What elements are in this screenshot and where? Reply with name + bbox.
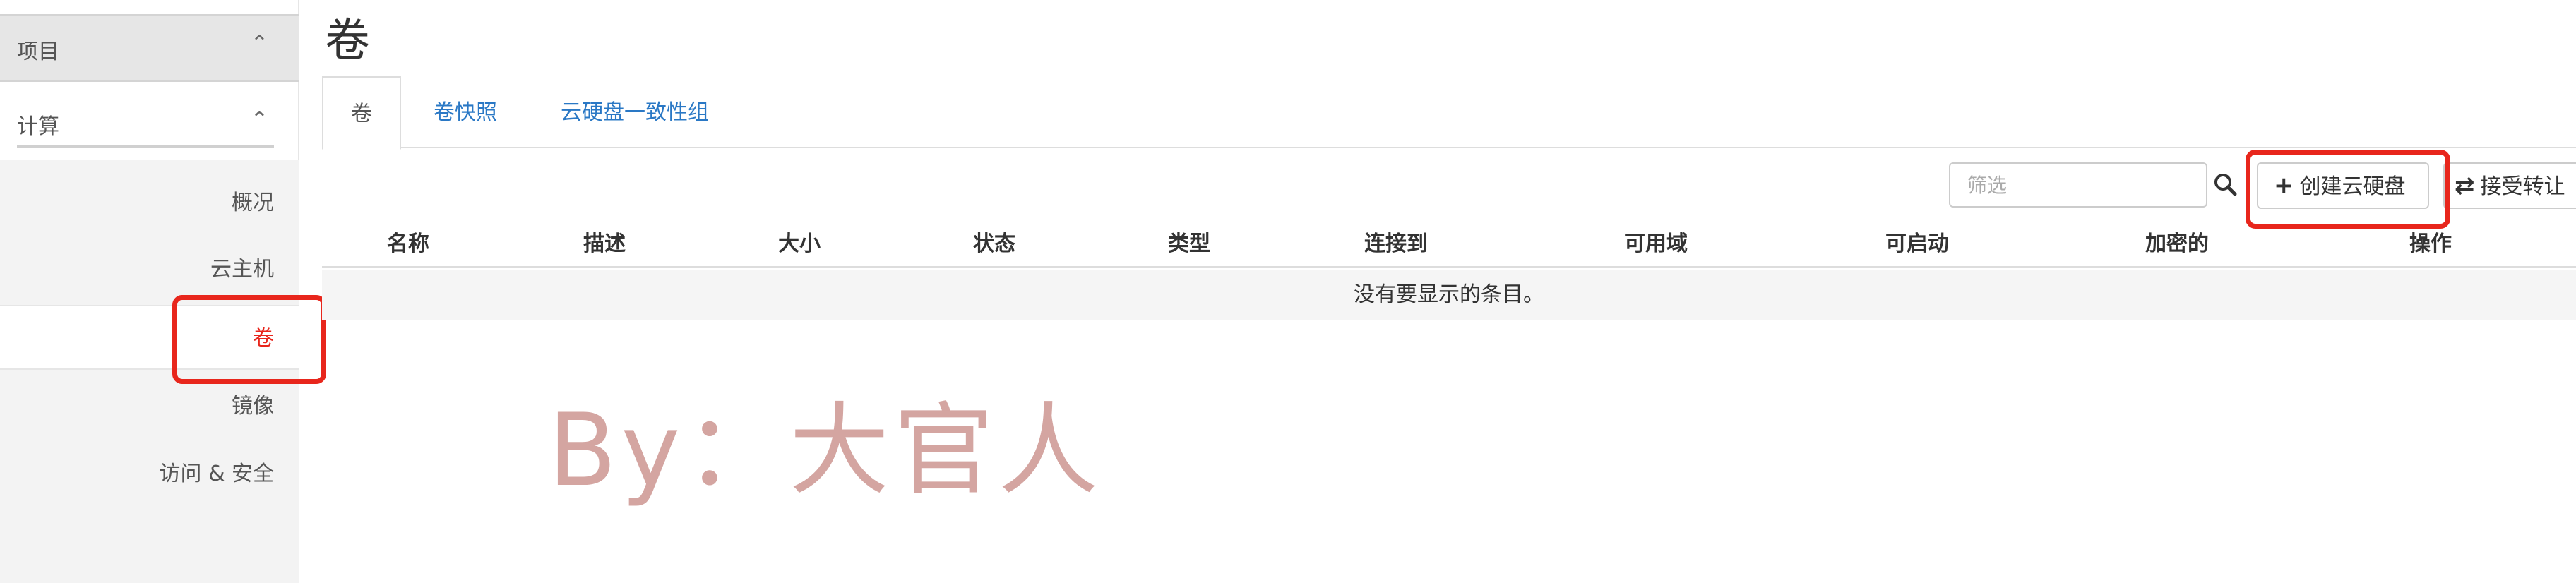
tab-consistency-groups[interactable]: 云硬盘一致性组 (561, 76, 709, 148)
column-header-bootable[interactable]: 可启动 (1885, 226, 1949, 257)
tab-volume-snapshots[interactable]: 卷快照 (434, 76, 497, 148)
accept-transfer-button[interactable]: ⇄ 接受转让 (2443, 162, 2576, 209)
page-title: 卷 (325, 15, 370, 67)
column-header-description[interactable]: 描述 (583, 226, 626, 257)
column-header-type[interactable]: 类型 (1168, 226, 1210, 257)
accept-transfer-label: 接受转让 (2480, 174, 2565, 199)
sidebar-item-label: 云主机 (210, 257, 274, 282)
table-header-row: 名称 描述 大小 状态 类型 连接到 可用域 可启动 加密的 操作 (322, 219, 2576, 268)
sidebar-item-overview[interactable]: 概况 (0, 171, 299, 236)
column-header-availability-zone[interactable]: 可用域 (1624, 226, 1688, 257)
sidebar-item-label: 概况 (232, 191, 274, 215)
tab-label: 云硬盘一致性组 (561, 100, 709, 125)
tab-bar: 卷 卷快照 云硬盘一致性组 (322, 76, 2576, 150)
chevron-up-icon: ⌃ (250, 107, 268, 132)
tab-volumes[interactable]: 卷 (322, 76, 401, 150)
column-header-attached-to[interactable]: 连接到 (1364, 226, 1428, 257)
sidebar-project-header[interactable]: 项目 ⌃ (0, 14, 299, 82)
table-empty-row: 没有要显示的条目。 (322, 270, 2576, 320)
watermark-text: By：大官人 (548, 392, 1103, 509)
sidebar-compute-label: 计算 (17, 114, 59, 139)
column-header-size[interactable]: 大小 (778, 226, 821, 257)
tab-label: 卷快照 (434, 100, 497, 125)
column-header-actions: 操作 (2409, 232, 2452, 256)
sidebar: 项目 ⌃ 计算 ⌃ 概况 云主机 卷 镜像 访问 & 安全 (0, 0, 299, 583)
sidebar-project-label: 项目 (17, 40, 59, 64)
column-header-name[interactable]: 名称 (387, 226, 429, 257)
sidebar-item-instances[interactable]: 云主机 (0, 237, 299, 302)
tab-label: 卷 (351, 102, 372, 126)
column-header-encrypted[interactable]: 加密的 (2145, 226, 2209, 257)
column-header-status[interactable]: 状态 (973, 226, 1015, 257)
sidebar-divider (17, 145, 274, 148)
create-button-highlight-box (2246, 150, 2450, 229)
sidebar-highlight-box (172, 295, 326, 384)
search-icon[interactable] (2213, 172, 2237, 196)
sidebar-item-label: 镜像 (232, 394, 274, 419)
sidebar-compute-header[interactable]: 计算 ⌃ (0, 104, 299, 147)
filter-input[interactable] (1949, 162, 2207, 208)
sidebar-item-label: 访问 & 安全 (159, 462, 274, 486)
chevron-up-icon: ⌃ (250, 31, 268, 56)
transfer-arrows-icon: ⇄ (2455, 172, 2475, 200)
sidebar-item-access-security[interactable]: 访问 & 安全 (0, 442, 299, 507)
